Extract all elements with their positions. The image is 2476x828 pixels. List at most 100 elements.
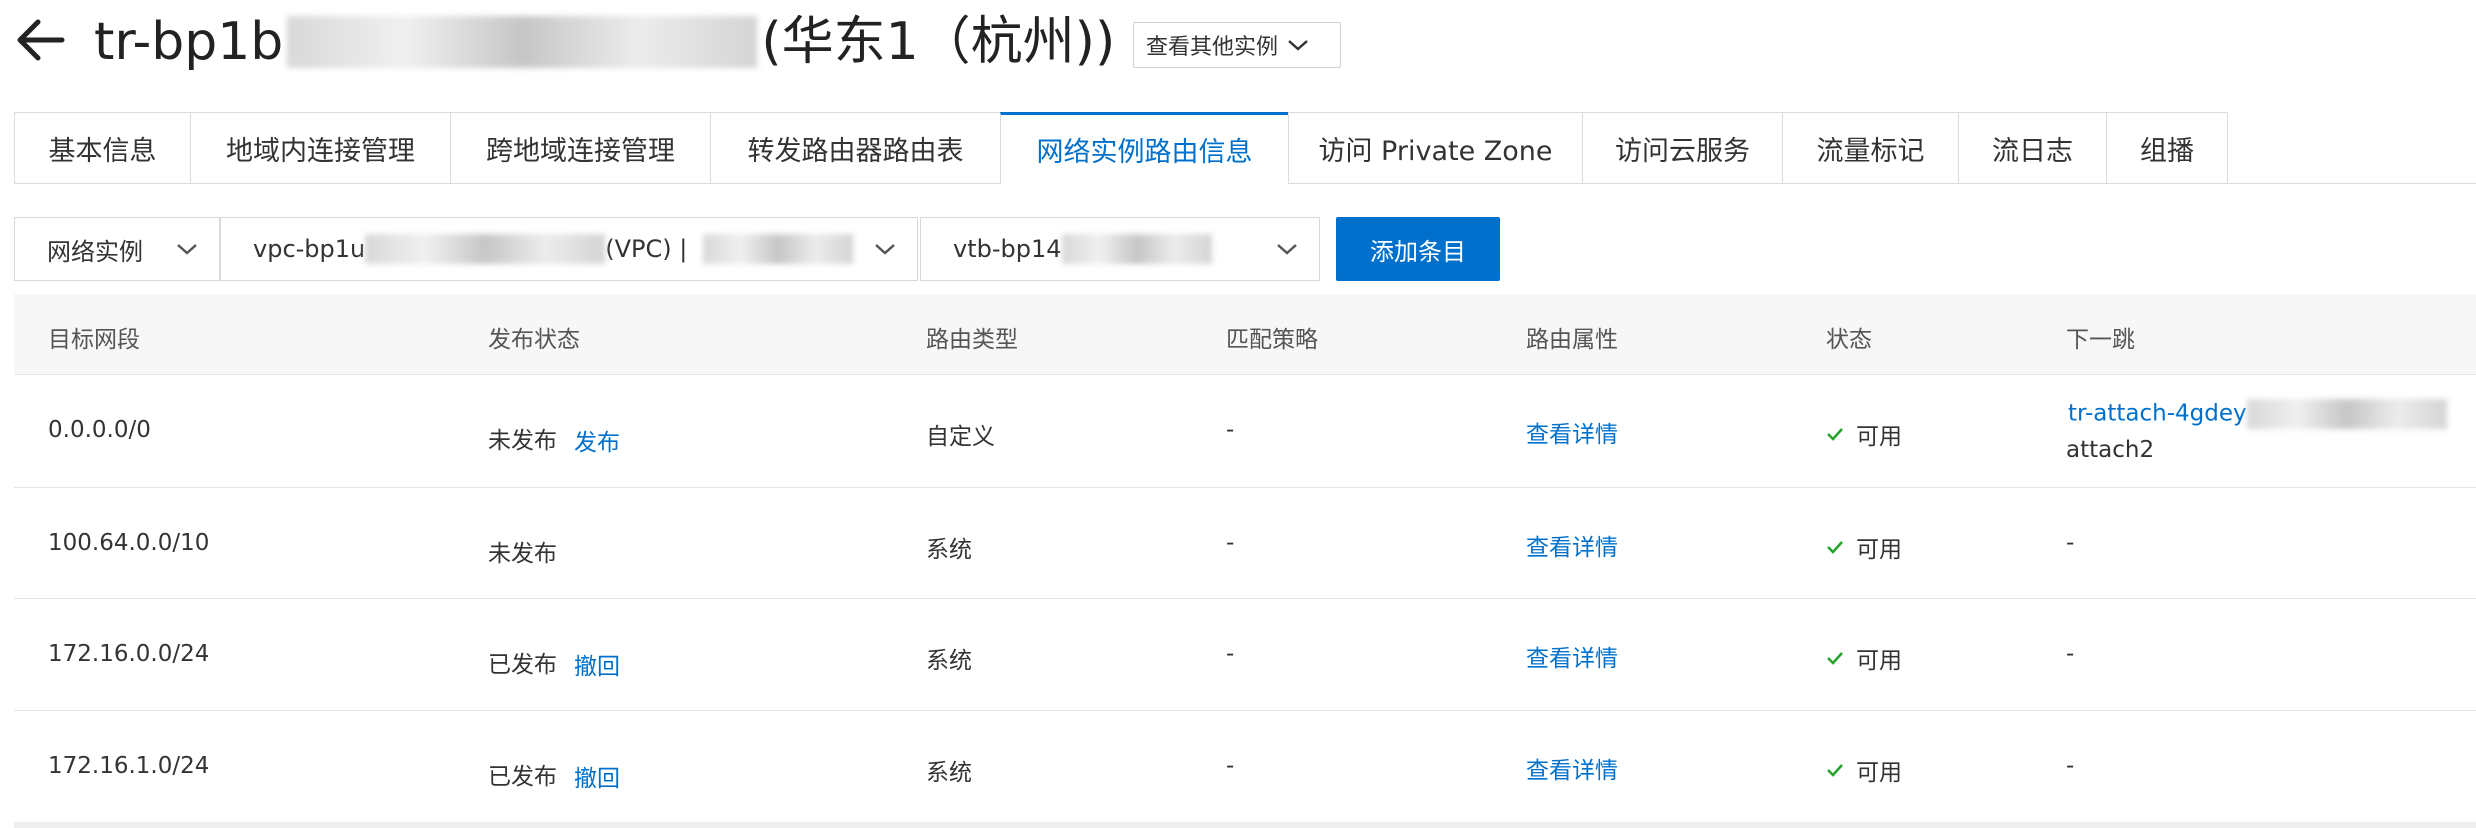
- chevron-down-icon: [1288, 40, 1308, 51]
- withdraw-link[interactable]: 撤回: [574, 647, 620, 681]
- next-hop-cell: tr-attach-4gdey: [2068, 399, 2447, 429]
- cidr-cell: 172.16.1.0/24: [48, 753, 210, 779]
- publish-status-cell: 未发布: [488, 428, 557, 454]
- chevron-down-icon: [177, 244, 197, 255]
- vpc-suffix: (VPC) |: [605, 235, 688, 263]
- redacted-block: [703, 234, 854, 264]
- tab-label: 流日志: [1992, 135, 2073, 167]
- back-arrow-icon[interactable]: [14, 14, 66, 66]
- redacted-block: [2246, 399, 2447, 429]
- page-title: tr-bp1b (华东1（杭州)): [94, 10, 1115, 74]
- title-prefix: tr-bp1b: [94, 12, 284, 72]
- match-policy-cell: -: [1226, 753, 1235, 779]
- check-icon: [1827, 428, 1843, 441]
- view-details-link[interactable]: 查看详情: [1526, 528, 1618, 562]
- tab-cloud-services[interactable]: 访问云服务: [1582, 112, 1782, 184]
- view-details-link[interactable]: 查看详情: [1526, 415, 1618, 449]
- redacted-block: [1061, 234, 1212, 264]
- next-hop-link[interactable]: tr-attach-4gdey: [2068, 401, 2247, 427]
- route-type-cell: 系统: [926, 648, 972, 674]
- tab-bar: 基本信息 地域内连接管理 跨地域连接管理 转发路由器路由表 网络实例路由信息 访…: [14, 112, 2228, 184]
- table-bottom-border: [14, 822, 2476, 828]
- chevron-down-icon: [875, 244, 895, 255]
- add-entry-label: 添加条目: [1370, 238, 1466, 266]
- check-icon: [1827, 764, 1843, 777]
- match-policy-cell: -: [1226, 417, 1235, 443]
- match-policy-cell: -: [1226, 530, 1235, 556]
- tab-flow-logs[interactable]: 流日志: [1958, 112, 2106, 184]
- tab-label: 跨地域连接管理: [486, 135, 675, 167]
- cidr-cell: 172.16.0.0/24: [48, 641, 210, 667]
- table-header: 目标网段 发布状态 路由类型 匹配策略 路由属性 状态 下一跳: [14, 294, 2476, 375]
- status-text: 可用: [1856, 424, 1902, 450]
- publish-status-cell: 未发布: [488, 541, 557, 567]
- col-route-type: 路由类型: [926, 327, 1018, 353]
- status-cell: 可用: [1826, 753, 1902, 787]
- route-type-cell: 自定义: [926, 424, 995, 450]
- check-icon: [1827, 541, 1843, 554]
- col-cidr: 目标网段: [48, 327, 140, 353]
- status-text: 可用: [1856, 648, 1902, 674]
- route-type-cell: 系统: [926, 760, 972, 786]
- col-match-policy: 匹配策略: [1226, 327, 1318, 353]
- tab-private-zone[interactable]: 访问 Private Zone: [1288, 112, 1582, 184]
- tab-tr-route-table[interactable]: 转发路由器路由表: [710, 112, 1000, 184]
- next-hop-cell: -: [2066, 530, 2075, 556]
- tab-cross-region[interactable]: 跨地域连接管理: [450, 112, 710, 184]
- tab-label: 流量标记: [1816, 135, 1925, 167]
- table-row: 100.64.0.0/10 未发布 系统 - 查看详情 可用 -: [14, 488, 2476, 599]
- next-hop-sub: attach2: [2066, 437, 2155, 463]
- add-entry-button[interactable]: 添加条目: [1336, 217, 1500, 281]
- redacted-block: [365, 234, 606, 264]
- tab-underline: [1800, 183, 2476, 184]
- route-table-select[interactable]: vtb-bp14: [920, 217, 1320, 281]
- tab-label: 访问 Private Zone: [1318, 135, 1553, 167]
- vpc-prefix: vpc-bp1u: [253, 235, 366, 263]
- instance-type-select[interactable]: 网络实例: [14, 217, 220, 281]
- withdraw-link[interactable]: 撤回: [574, 759, 620, 793]
- publish-status-cell: 已发布: [488, 652, 557, 678]
- status-text: 可用: [1856, 760, 1902, 786]
- status-text: 可用: [1856, 537, 1902, 563]
- next-hop-cell: -: [2066, 641, 2075, 667]
- col-status: 状态: [1826, 327, 1872, 353]
- redacted-block: [287, 16, 758, 68]
- next-hop-cell: -: [2066, 753, 2075, 779]
- match-policy-cell: -: [1226, 641, 1235, 667]
- tab-label: 基本信息: [48, 135, 157, 167]
- view-details-link[interactable]: 查看详情: [1526, 639, 1618, 673]
- other-instances-label: 查看其他实例: [1146, 34, 1279, 59]
- tab-label: 网络实例路由信息: [1036, 137, 1253, 168]
- tab-intra-region[interactable]: 地域内连接管理: [190, 112, 450, 184]
- table-row: 0.0.0.0/0 未发布 发布 自定义 - 查看详情 可用 tr-attach…: [14, 375, 2476, 488]
- chevron-down-icon: [1277, 244, 1297, 255]
- tab-multicast[interactable]: 组播: [2106, 112, 2228, 184]
- cidr-cell: 0.0.0.0/0: [48, 417, 151, 443]
- check-icon: [1827, 652, 1843, 665]
- publish-link[interactable]: 发布: [574, 423, 620, 457]
- status-cell: 可用: [1826, 641, 1902, 675]
- tab-basic-info[interactable]: 基本信息: [14, 112, 190, 184]
- status-cell: 可用: [1826, 530, 1902, 564]
- cidr-cell: 100.64.0.0/10: [48, 530, 210, 556]
- col-route-attr: 路由属性: [1526, 327, 1618, 353]
- route-type-cell: 系统: [926, 537, 972, 563]
- table-row: 172.16.0.0/24 已发布 撤回 系统 - 查看详情 可用 -: [14, 599, 2476, 711]
- col-publish-status: 发布状态: [488, 327, 580, 353]
- page-header: tr-bp1b (华东1（杭州)) 查看其他实例: [0, 0, 2476, 100]
- tab-label: 地域内连接管理: [226, 135, 415, 167]
- select-value: 网络实例: [47, 237, 143, 266]
- publish-status-cell: 已发布: [488, 764, 557, 790]
- tab-traffic-marking[interactable]: 流量标记: [1782, 112, 1958, 184]
- table-row: 172.16.1.0/24 已发布 撤回 系统 - 查看详情 可用 -: [14, 711, 2476, 821]
- tab-network-instance-routes[interactable]: 网络实例路由信息: [1000, 112, 1288, 184]
- title-region: (华东1（杭州)): [761, 12, 1116, 72]
- vpc-select[interactable]: vpc-bp1u (VPC) |: [220, 217, 918, 281]
- tab-label: 访问云服务: [1615, 135, 1750, 167]
- col-next-hop: 下一跳: [2066, 327, 2135, 353]
- view-details-link[interactable]: 查看详情: [1526, 751, 1618, 785]
- status-cell: 可用: [1826, 417, 1902, 451]
- other-instances-button[interactable]: 查看其他实例: [1133, 22, 1341, 68]
- tab-label: 转发路由器路由表: [747, 135, 964, 167]
- route-table-prefix: vtb-bp14: [953, 235, 1062, 263]
